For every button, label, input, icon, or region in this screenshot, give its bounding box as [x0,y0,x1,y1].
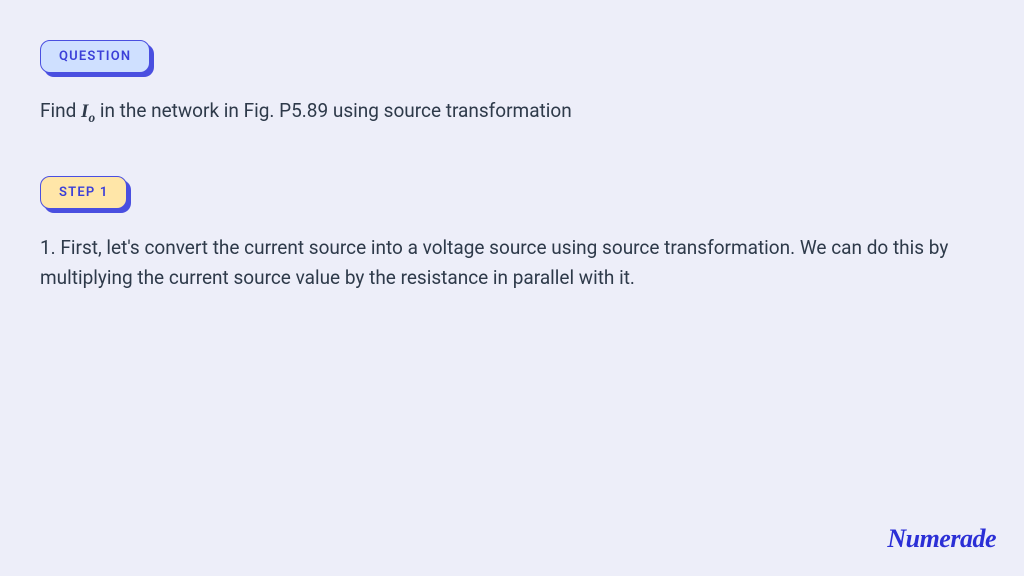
question-badge-label: QUESTION [40,40,150,73]
step1-badge-label: STEP 1 [40,176,127,209]
question-prefix: Find [40,99,81,122]
question-text: Find Io in the network in Fig. P5.89 usi… [40,97,984,128]
question-suffix: in the network in Fig. P5.89 using sourc… [95,99,572,122]
step1-badge: STEP 1 [40,176,127,209]
step1-text: 1. First, let's convert the current sour… [40,233,980,294]
brand-logo: Numerade [887,524,996,554]
question-badge: QUESTION [40,40,150,73]
